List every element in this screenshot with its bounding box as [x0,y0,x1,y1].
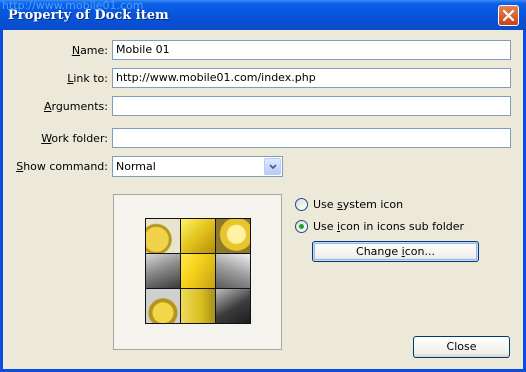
work-folder-label: Work folder: [41,132,108,145]
link-to-label: Link to: [67,72,108,85]
window-close-button[interactable] [498,5,519,26]
name-input[interactable]: Mobile 01 [112,40,511,60]
use-subfolder-icon-radio[interactable] [295,220,308,233]
icon-tile [181,254,215,288]
use-system-icon-label: Use system icon [313,198,404,211]
use-system-icon-radio[interactable] [295,198,308,211]
work-folder-input[interactable] [112,128,511,148]
show-command-label: Show command: [16,160,108,173]
close-button[interactable]: Close [413,336,510,358]
icon-tile [216,254,250,288]
name-label: Name: [71,44,108,57]
title-bar[interactable]: http://www.mobile01.com Property of Dock… [0,0,526,30]
show-command-value: Normal [116,160,156,173]
icon-tile [146,219,180,253]
icon-tile [216,289,250,323]
change-icon-button[interactable]: Change icon... [312,241,479,262]
radio-selected-dot [299,224,304,229]
use-subfolder-icon-option[interactable]: Use icon in icons sub folder [295,220,464,235]
chevron-down-icon [269,164,277,170]
icon-tile [146,254,180,288]
use-subfolder-icon-label: Use icon in icons sub folder [313,220,465,233]
arguments-input[interactable] [112,96,511,116]
window-title: Property of Dock item [8,8,169,23]
use-system-icon-option[interactable]: Use system icon [295,198,425,213]
icon-preview-panel [113,194,282,350]
icon-tile [181,289,215,323]
show-command-select[interactable]: Normal [112,156,283,177]
dock-icon-image [145,218,251,324]
arguments-label: Arguments: [43,100,108,113]
icon-tile [181,219,215,253]
dialog-window: http://www.mobile01.com Property of Dock… [0,0,526,372]
icon-tile [216,219,250,253]
icon-tile [146,289,180,323]
link-to-input[interactable]: http://www.mobile01.com/index.php [112,68,511,88]
dialog-body: Name: Mobile 01 Link to: http://www.mobi… [3,30,523,369]
dropdown-button[interactable] [264,158,281,175]
close-icon [503,10,514,21]
